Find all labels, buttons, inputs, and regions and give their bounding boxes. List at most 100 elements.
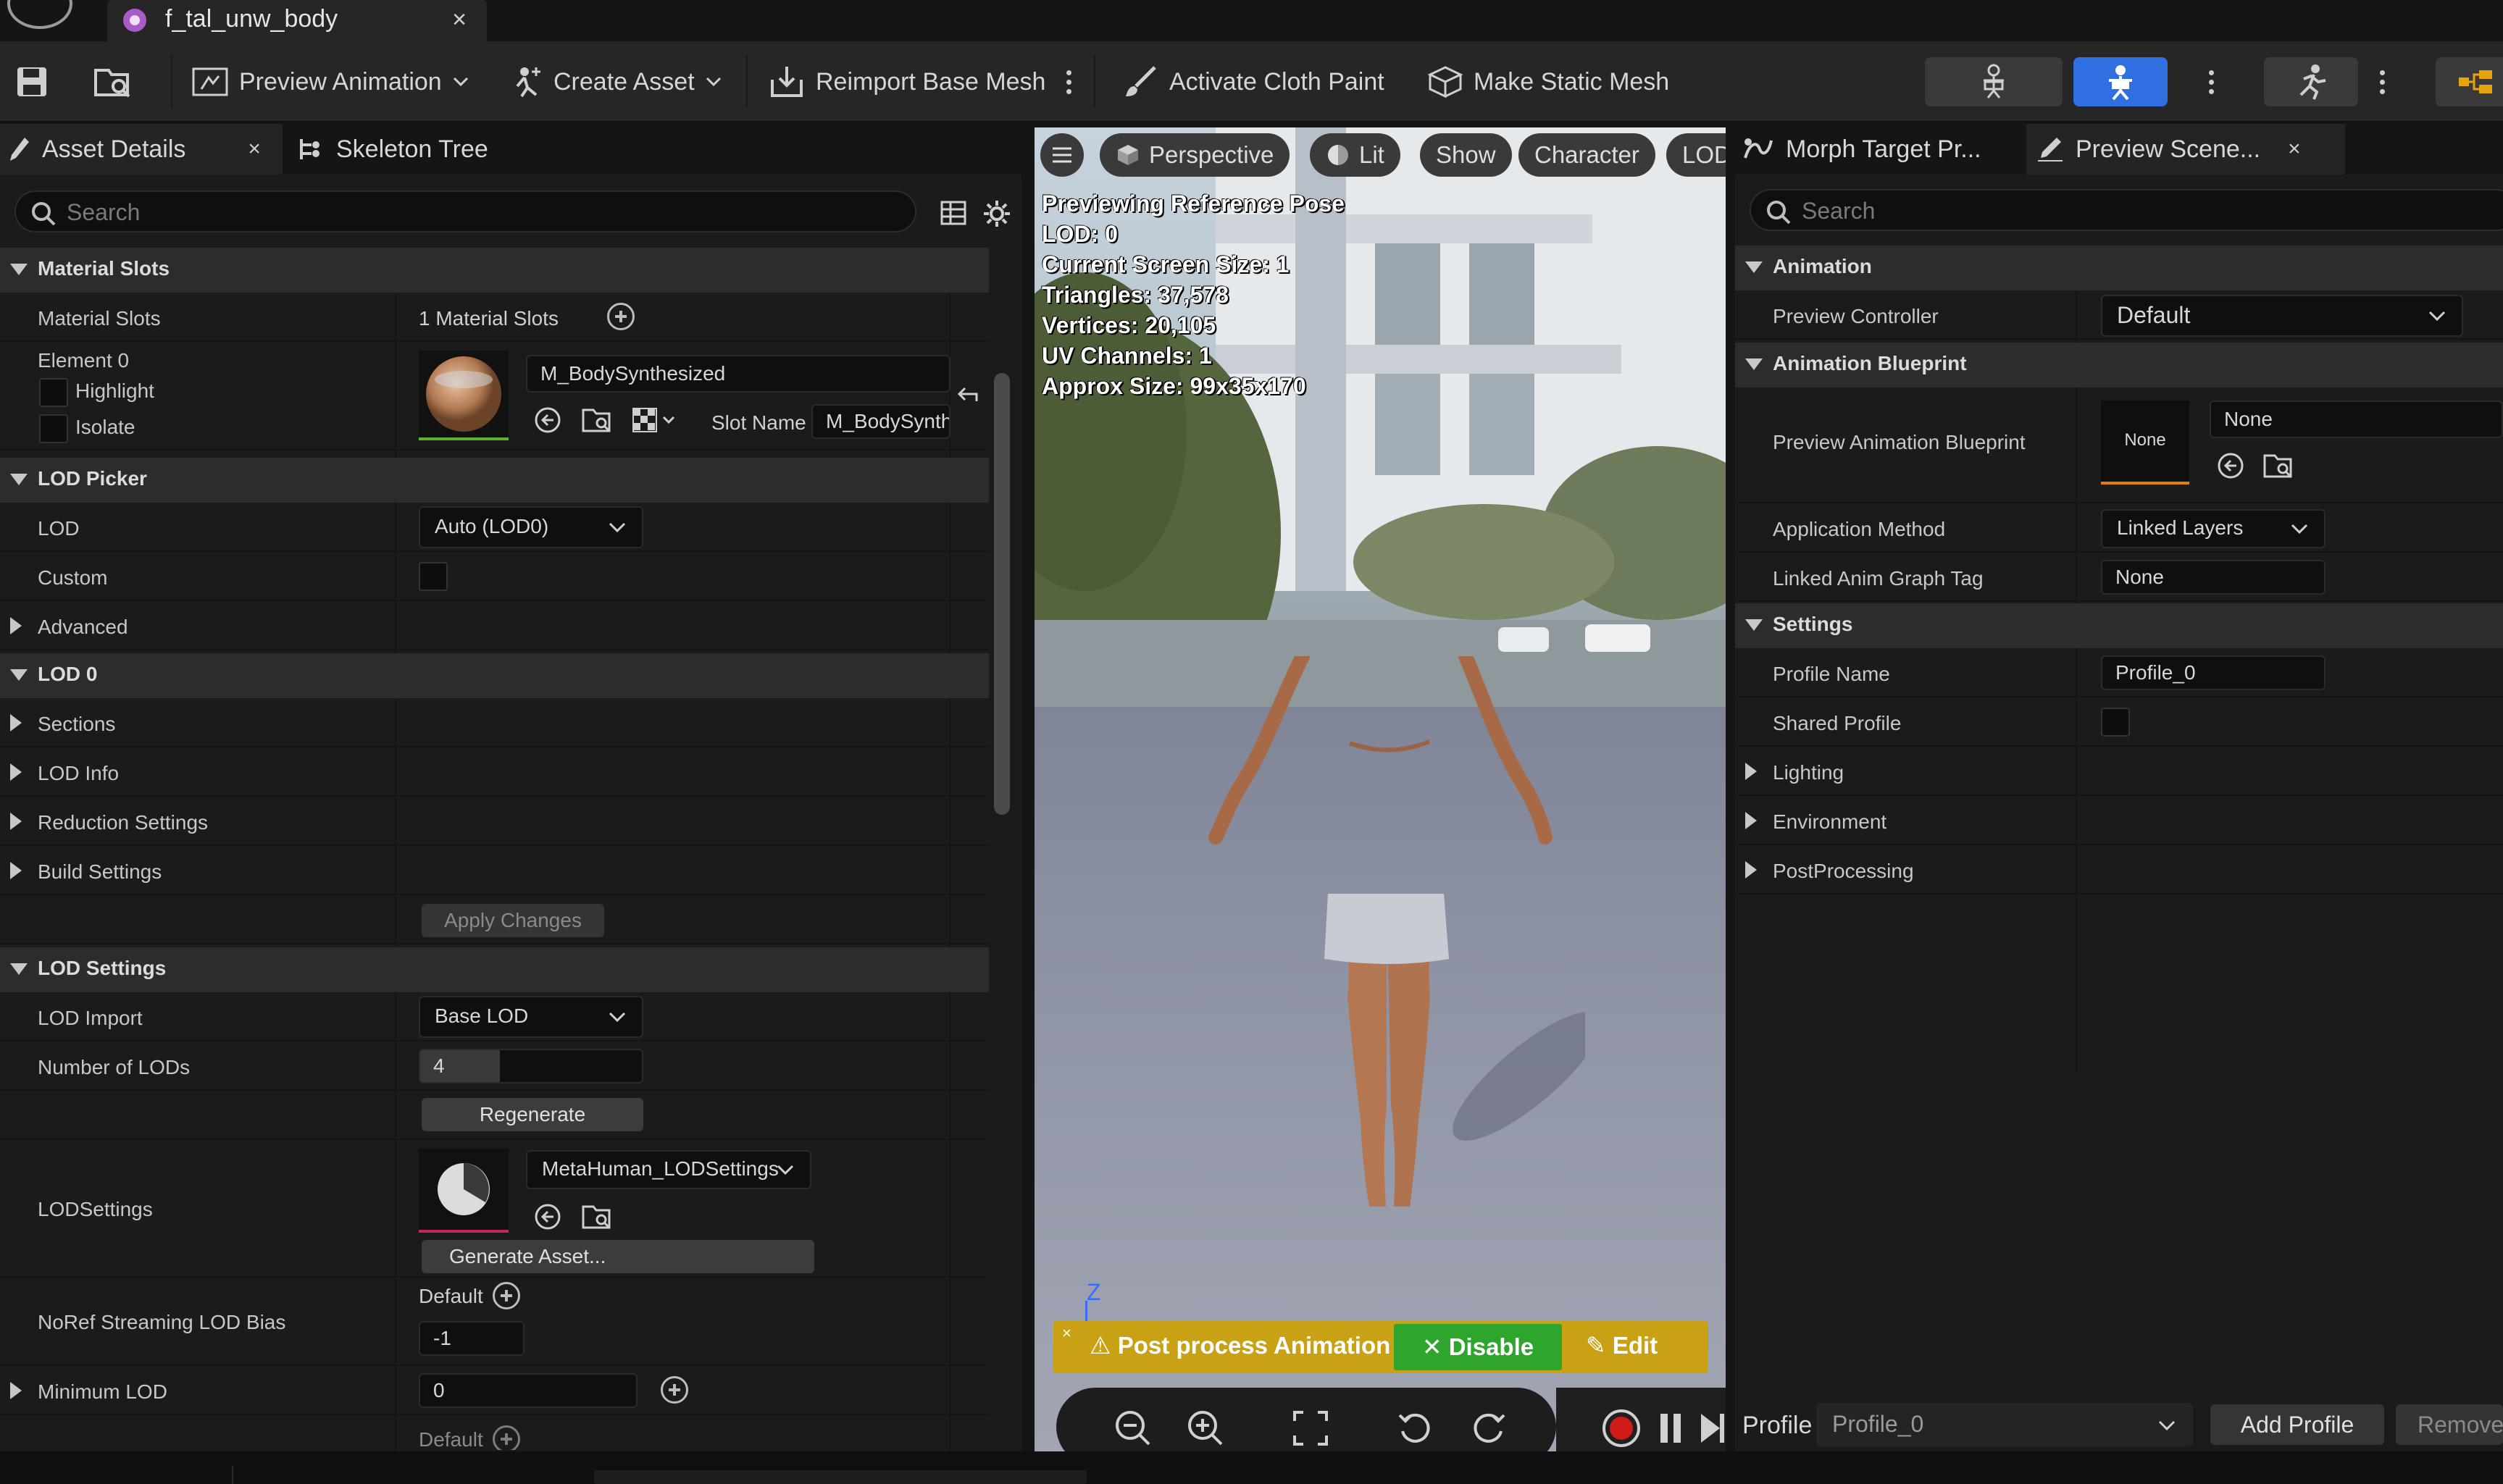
add-profile-button[interactable]: Add Profile [2210, 1404, 2384, 1445]
close-tab-icon[interactable]: × [2288, 137, 2301, 162]
lodsettings-asset-dropdown[interactable]: MetaHuman_LODSettings [526, 1150, 811, 1189]
unreal-logo-icon[interactable] [7, 0, 72, 29]
sections-row[interactable]: Sections [0, 698, 989, 747]
lod-import-dropdown[interactable]: Base LOD [419, 996, 643, 1038]
material-asset-picker[interactable]: M_BodySynthesized [526, 355, 950, 393]
use-selected-asset-icon[interactable] [2216, 451, 2245, 480]
category-settings[interactable]: Settings [1735, 603, 2503, 648]
mesh-mode-button[interactable] [2073, 57, 2168, 106]
slot-name-input[interactable]: M_BodySynth [811, 404, 950, 439]
record-button[interactable] [1602, 1409, 1640, 1447]
anim-blueprint-thumbnail[interactable]: None [2101, 401, 2189, 485]
application-method-dropdown[interactable]: Linked Layers [2101, 509, 2326, 548]
browse-asset-button[interactable] [93, 60, 133, 104]
add-override-icon[interactable] [493, 1282, 520, 1309]
noref-value-input[interactable]: -1 [419, 1321, 525, 1356]
category-animation[interactable]: Animation [1735, 246, 2503, 290]
tab-asset-details[interactable]: Asset Details × [0, 124, 283, 175]
profile-dropdown[interactable]: Profile_0 [1816, 1403, 2193, 1446]
table-view-icon[interactable] [940, 201, 966, 225]
edit-button[interactable]: ✎ Edit [1586, 1331, 1658, 1359]
category-lod-picker[interactable]: LOD Picker [0, 458, 989, 503]
zoom-out-icon[interactable] [1114, 1409, 1152, 1447]
animation-mode-options-kebab-icon[interactable] [2375, 57, 2389, 106]
add-override-icon[interactable] [493, 1425, 520, 1450]
lit-button[interactable]: Lit [1310, 133, 1400, 177]
regenerate-button[interactable]: Regenerate [422, 1098, 643, 1131]
lighting-row[interactable]: Lighting [1735, 747, 2503, 796]
custom-checkbox[interactable] [419, 562, 448, 591]
save-button[interactable] [14, 60, 49, 104]
preview-animation-button[interactable]: Preview Animation [191, 60, 469, 104]
apply-changes-button[interactable]: Apply Changes [422, 904, 604, 937]
category-material-slots[interactable]: Material Slots [0, 248, 989, 293]
preview-viewport[interactable]: Perspective Lit Show Character LOD Previ… [1035, 127, 1726, 1451]
add-platform-override-icon[interactable] [661, 1376, 688, 1404]
close-tab-icon[interactable]: × [452, 6, 467, 34]
dismiss-icon[interactable]: × [1062, 1324, 1071, 1343]
tab-preview-scene-settings[interactable]: Preview Scene... × [2026, 124, 2345, 175]
use-selected-asset-icon[interactable] [533, 406, 562, 435]
lodsettings-thumbnail[interactable] [419, 1149, 509, 1233]
rotate-right-icon[interactable] [1469, 1409, 1507, 1447]
highlight-checkbox[interactable] [39, 378, 68, 407]
category-lod-0[interactable]: LOD 0 [0, 653, 989, 698]
build-settings-row[interactable]: Build Settings [0, 846, 989, 895]
category-lod-settings[interactable]: LOD Settings [0, 947, 989, 992]
skeleton-mode-button[interactable] [1925, 57, 2063, 106]
linked-anim-graph-tag-input[interactable]: None [2101, 560, 2326, 595]
disable-button[interactable]: ✕ Disable [1394, 1324, 1562, 1370]
settings-gear-icon[interactable] [982, 199, 1011, 228]
make-static-mesh-button[interactable]: Make Static Mesh [1427, 60, 1669, 104]
pause-icon[interactable] [1658, 1411, 1684, 1446]
perspective-button[interactable]: Perspective [1100, 133, 1290, 177]
tab-skeleton-tree[interactable]: Skeleton Tree [296, 124, 488, 175]
preview-scene-search-input[interactable]: Search [1750, 189, 2503, 231]
close-tab-icon[interactable]: × [248, 137, 261, 162]
environment-row[interactable]: Environment [1735, 796, 2503, 845]
profile-name-input[interactable]: Profile_0 [2101, 655, 2326, 690]
details-search-input[interactable]: Search [14, 190, 916, 232]
viewport-menu-button[interactable] [1040, 133, 1084, 177]
rotate-left-icon[interactable] [1397, 1409, 1434, 1447]
shared-profile-checkbox[interactable] [2101, 708, 2130, 737]
browse-folder-icon[interactable] [581, 1202, 613, 1231]
anim-blueprint-picker[interactable]: None [2210, 401, 2503, 438]
checker-texture-icon[interactable] [632, 407, 678, 433]
generate-asset-button[interactable]: Generate Asset... [422, 1240, 814, 1273]
activate-cloth-paint-button[interactable]: Activate Cloth Paint [1123, 60, 1384, 104]
animation-mode-button[interactable] [2264, 57, 2358, 106]
preview-controller-dropdown[interactable]: Default [2101, 295, 2463, 337]
zoom-in-icon[interactable] [1187, 1409, 1224, 1447]
reduction-settings-row[interactable]: Reduction Settings [0, 797, 989, 846]
postprocessing-row[interactable]: PostProcessing [1735, 845, 2503, 894]
reimport-options-kebab-icon[interactable] [1061, 57, 1076, 106]
isolate-checkbox[interactable] [39, 414, 68, 443]
remove-profile-button[interactable]: Remove [2396, 1404, 2503, 1445]
add-material-slot-icon[interactable] [607, 303, 635, 330]
blueprint-mode-button[interactable] [2436, 57, 2503, 106]
step-forward-icon[interactable] [1698, 1411, 1726, 1446]
mesh-mode-options-kebab-icon[interactable] [2204, 57, 2218, 106]
reimport-base-mesh-button[interactable]: Reimport Base Mesh [768, 60, 1045, 104]
fit-view-icon[interactable] [1292, 1409, 1329, 1447]
create-asset-button[interactable]: Create Asset [507, 60, 722, 104]
browse-folder-icon[interactable] [2262, 451, 2294, 480]
browse-folder-icon[interactable] [581, 406, 613, 435]
minimum-lod-input[interactable]: 0 [419, 1373, 638, 1408]
document-tab[interactable]: f_tal_unw_body × [107, 0, 487, 41]
advanced-row[interactable]: Advanced [0, 601, 989, 650]
minimum-lod-row[interactable]: Minimum LOD 0 [0, 1366, 989, 1415]
category-animation-blueprint[interactable]: Animation Blueprint [1735, 343, 2503, 387]
number-of-lods-spinbox[interactable]: 4 [419, 1049, 643, 1083]
tab-morph-target-preview[interactable]: Morph Target Pr... [1742, 124, 1981, 175]
material-thumbnail[interactable] [419, 351, 509, 440]
details-scrollbar[interactable] [994, 373, 1010, 815]
show-button[interactable]: Show [1420, 133, 1512, 177]
reset-to-default-icon[interactable] [955, 382, 981, 406]
character-button[interactable]: Character [1518, 133, 1655, 177]
lod-dropdown[interactable]: Auto (LOD0) [419, 506, 643, 548]
lod-button[interactable]: LOD [1666, 133, 1726, 177]
lod-info-row[interactable]: LOD Info [0, 747, 989, 797]
use-selected-asset-icon[interactable] [533, 1202, 562, 1231]
